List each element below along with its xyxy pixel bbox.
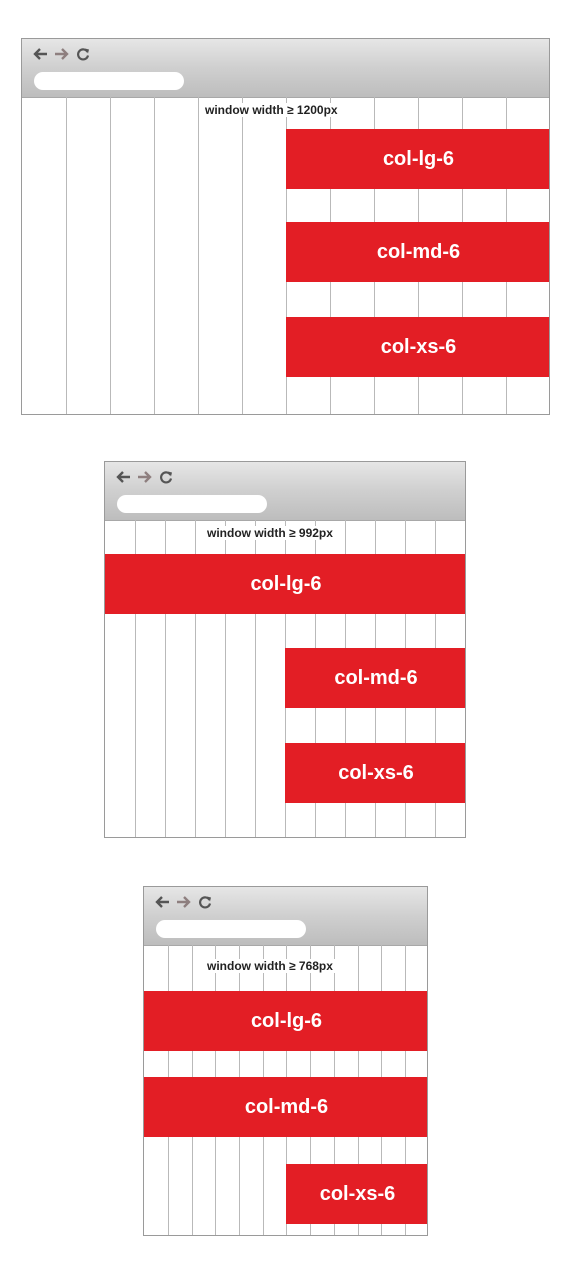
forward-arrow-icon[interactable] (54, 47, 70, 61)
grid-column-line (198, 97, 199, 414)
window-width-label: window width ≥ 768px (205, 959, 335, 973)
browser-toolbar (105, 462, 465, 521)
browser-nav-buttons (154, 891, 212, 913)
browser-toolbar (144, 887, 427, 946)
back-arrow-icon[interactable] (115, 470, 131, 484)
col-lg-6-bar: col-lg-6 (105, 554, 465, 614)
browser-window-md: window width ≥ 992px col-lg-6 col-md-6 c… (104, 461, 466, 838)
back-arrow-icon[interactable] (32, 47, 48, 61)
grid-column-line (66, 97, 67, 414)
reload-icon[interactable] (198, 895, 212, 909)
window-width-label: window width ≥ 992px (205, 526, 335, 540)
col-md-6-bar: col-md-6 (286, 222, 549, 282)
grid-column-line (242, 97, 243, 414)
forward-arrow-icon[interactable] (137, 470, 153, 484)
col-lg-6-bar: col-lg-6 (286, 129, 549, 189)
address-bar[interactable] (117, 495, 267, 513)
browser-nav-buttons (32, 43, 90, 65)
col-xs-6-bar: col-xs-6 (285, 743, 465, 803)
browser-toolbar (22, 39, 549, 98)
reload-icon[interactable] (159, 470, 173, 484)
grid-column-line (154, 97, 155, 414)
address-bar[interactable] (156, 920, 306, 938)
address-bar[interactable] (34, 72, 184, 90)
reload-icon[interactable] (76, 47, 90, 61)
col-xs-6-bar: col-xs-6 (286, 317, 549, 377)
browser-window-lg: window width ≥ 1200px col-lg-6 col-md-6 … (21, 38, 550, 415)
grid-column-line (110, 97, 111, 414)
back-arrow-icon[interactable] (154, 895, 170, 909)
col-md-6-bar: col-md-6 (285, 648, 465, 708)
forward-arrow-icon[interactable] (176, 895, 192, 909)
col-lg-6-bar: col-lg-6 (144, 991, 427, 1051)
browser-window-sm: window width ≥ 768px col-lg-6 col-md-6 c… (143, 886, 428, 1236)
col-xs-6-bar: col-xs-6 (286, 1164, 427, 1224)
window-width-label: window width ≥ 1200px (203, 103, 340, 117)
browser-nav-buttons (115, 466, 173, 488)
col-md-6-bar: col-md-6 (144, 1077, 427, 1137)
